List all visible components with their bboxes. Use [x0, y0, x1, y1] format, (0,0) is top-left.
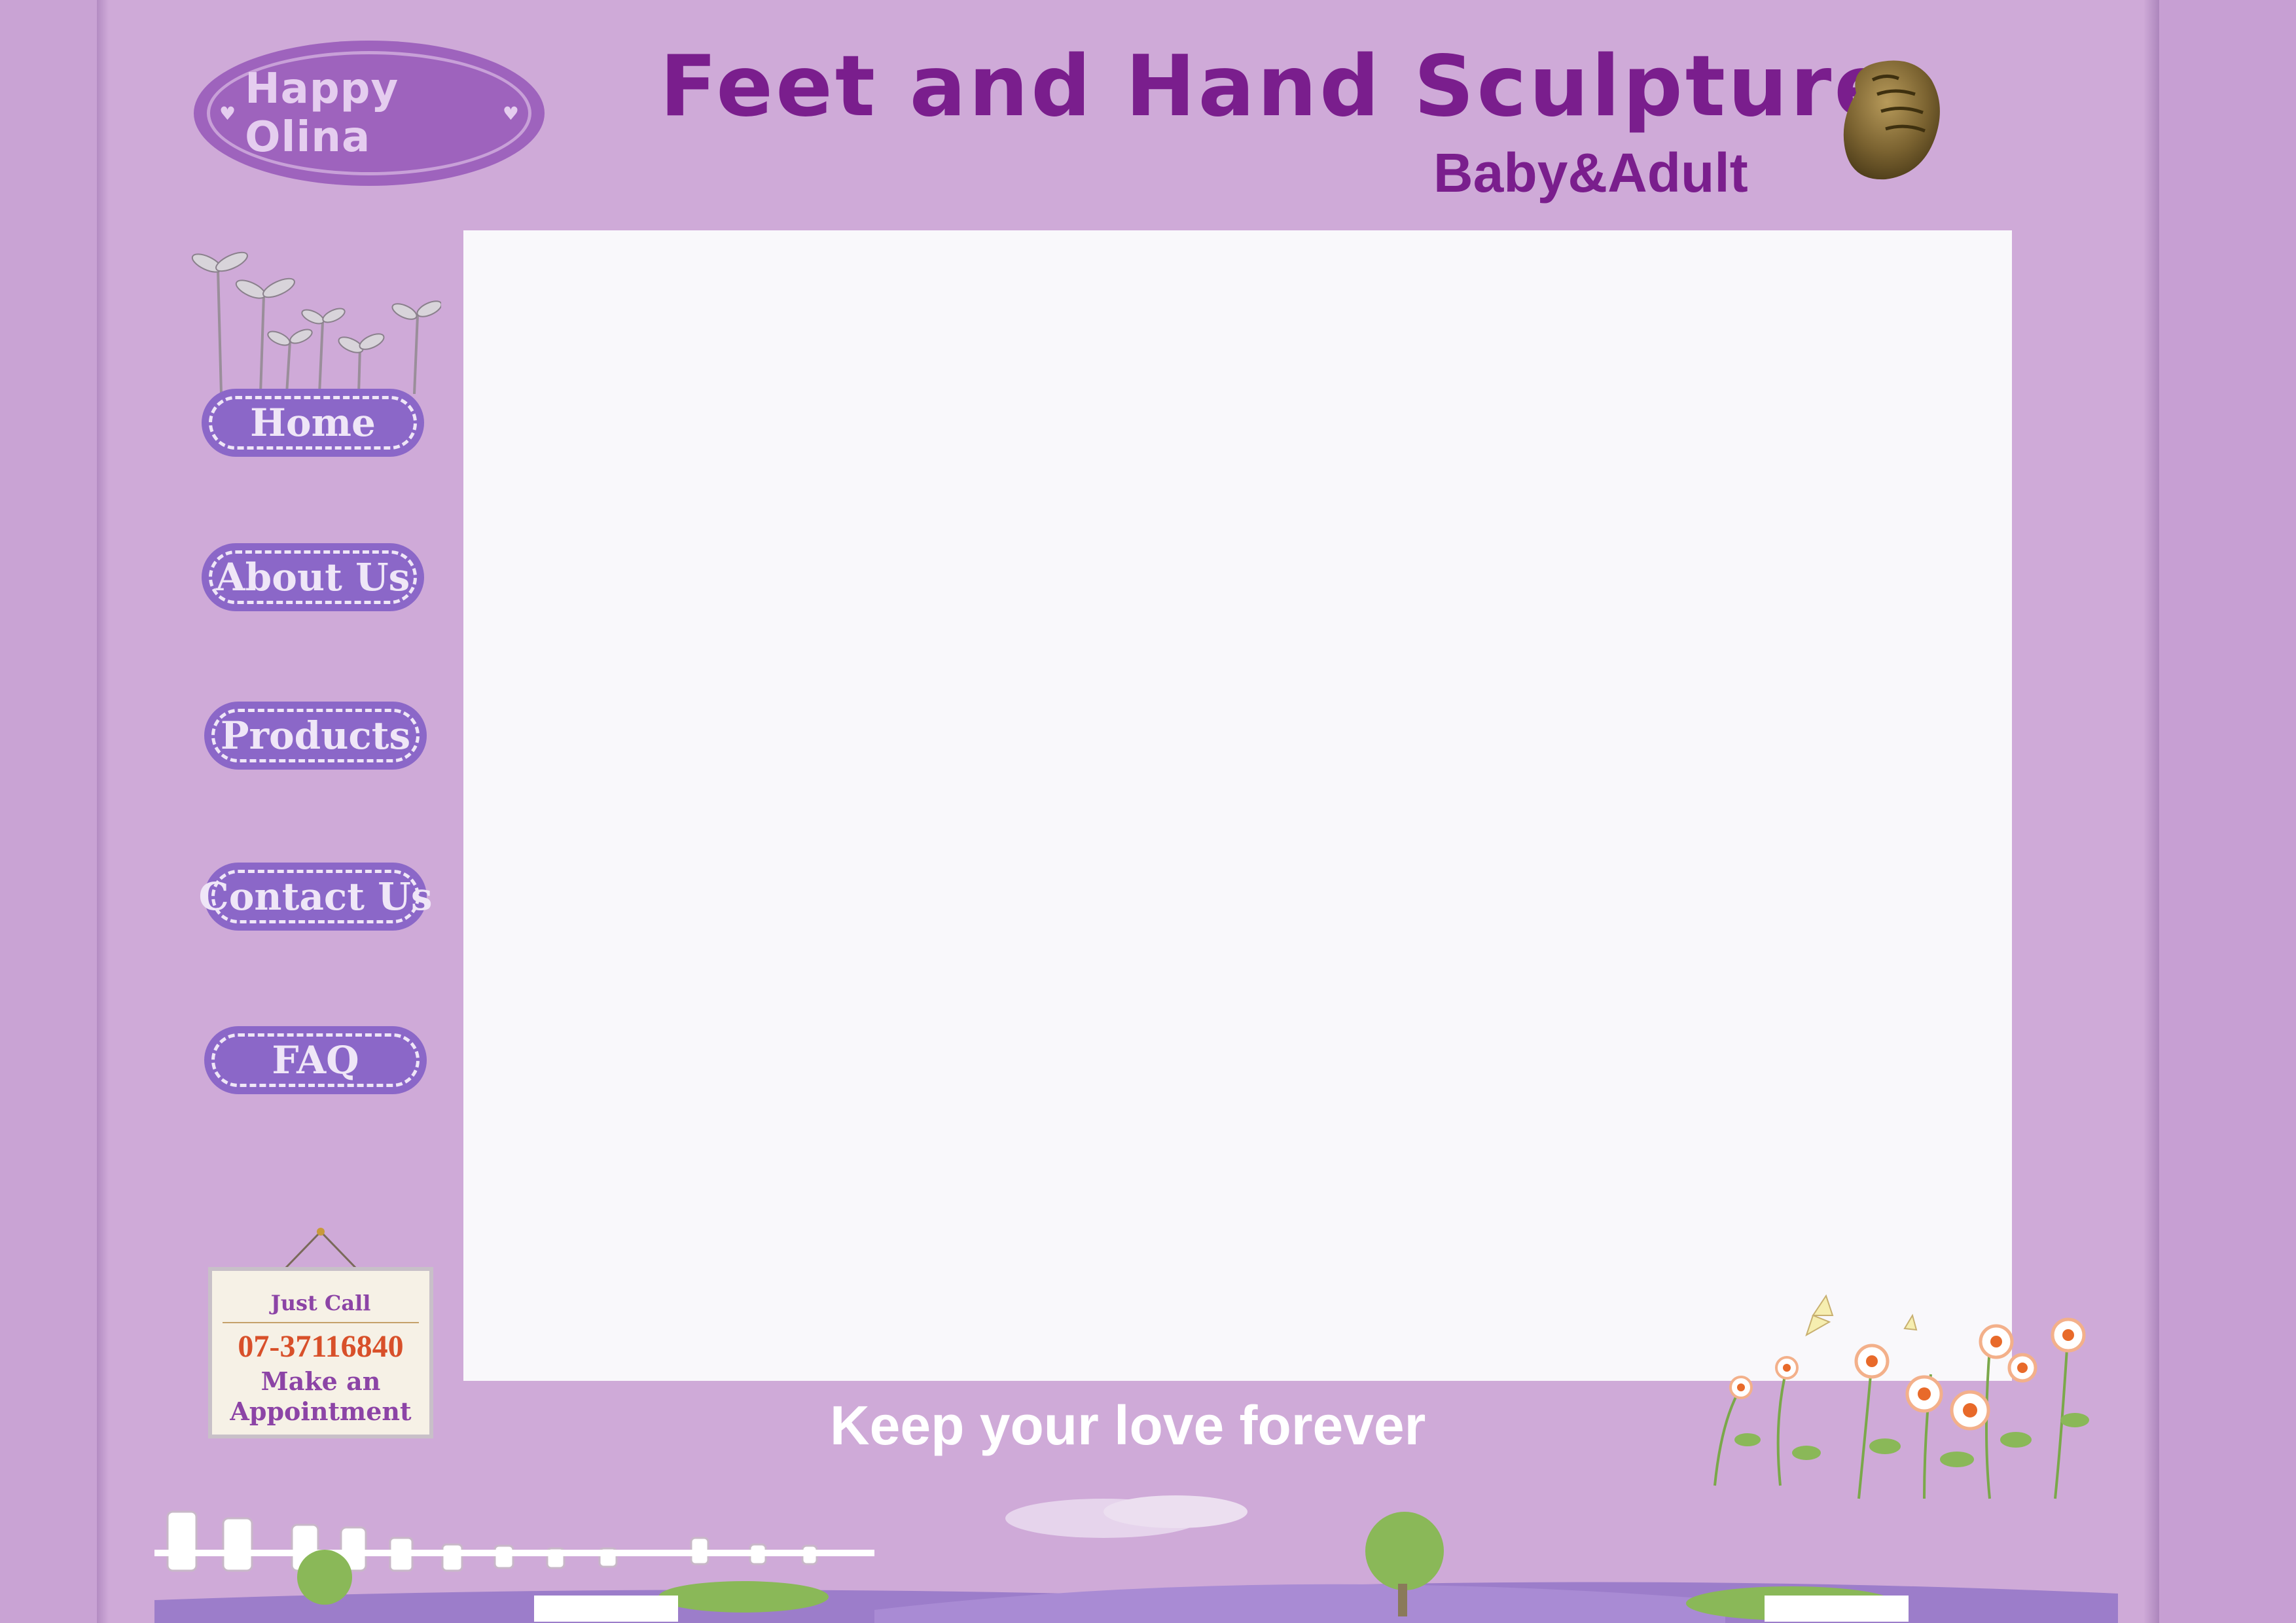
logo-ring: ♥ Happy Olina ♥	[207, 51, 531, 175]
landscape-decoration	[154, 1495, 2118, 1623]
logo-text: Happy Olina	[245, 65, 399, 162]
sign-appointment-line1: Make an	[260, 1366, 381, 1396]
heart-icon: ♥	[502, 102, 519, 124]
nav-label: Home	[250, 401, 376, 445]
nav-button-border: Contact Us	[199, 870, 432, 923]
nav-label: About Us	[215, 555, 410, 599]
site-subtitle: Baby&Adult	[1433, 142, 1748, 204]
daisy-flowers-decoration	[1713, 1294, 2089, 1499]
sign-appointment-line2: Appointment	[230, 1397, 412, 1426]
page-margin-right	[2159, 0, 2296, 1623]
nav-label: FAQ	[272, 1038, 359, 1082]
main-content-panel	[463, 230, 2012, 1381]
nav-faq-button[interactable]: FAQ	[204, 1026, 427, 1094]
page-margin-left	[0, 0, 97, 1623]
nav-button-border: Products	[211, 709, 420, 762]
nav-contact-us-button[interactable]: Contact Us	[199, 863, 432, 931]
phone-number[interactable]: 07-37116840	[238, 1329, 403, 1364]
nav-products-button[interactable]: Products	[204, 702, 427, 770]
nav-about-us-button[interactable]: About Us	[202, 543, 424, 611]
page-edge-right	[2144, 0, 2159, 1623]
page-edge-left	[97, 0, 109, 1623]
sign-heading: Just Call	[270, 1291, 371, 1315]
nav-home-button[interactable]: Home	[202, 389, 424, 457]
nav-label: Contact Us	[198, 874, 433, 919]
site-logo[interactable]: ♥ Happy Olina ♥	[194, 41, 545, 186]
nav-label: Products	[220, 713, 411, 758]
tagline: Keep your love forever	[830, 1395, 1426, 1456]
nav-button-border: About Us	[209, 550, 417, 604]
site-title: Feet and Hand Sculpture	[660, 38, 1894, 135]
nav-button-border: Home	[209, 396, 417, 450]
sign-divider	[223, 1322, 419, 1323]
bronze-fist-icon	[1843, 60, 1940, 180]
heart-icon: ♥	[219, 102, 236, 124]
nav-button-border: FAQ	[211, 1033, 420, 1087]
appointment-sign[interactable]: Just Call 07-37116840 Make an Appointmen…	[208, 1267, 433, 1438]
sprouts-decoration	[191, 251, 441, 394]
